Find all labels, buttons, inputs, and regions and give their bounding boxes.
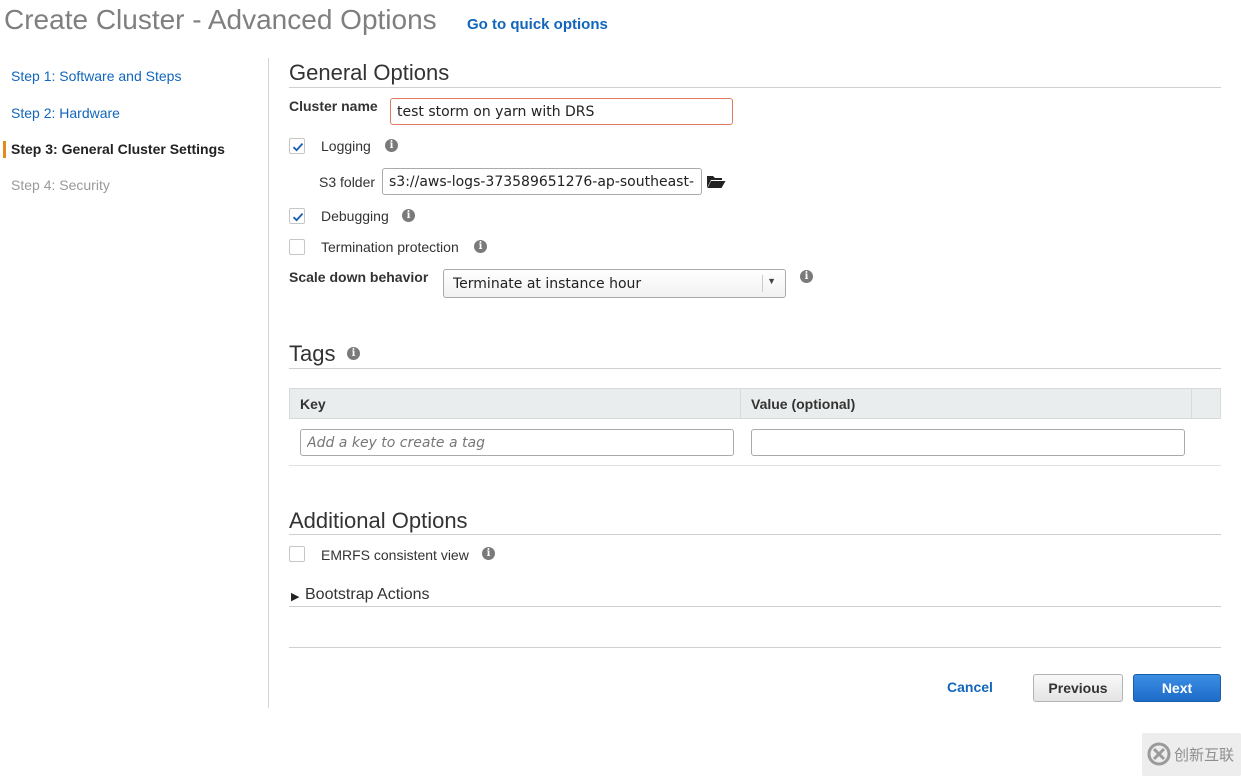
select-separator: [762, 275, 763, 292]
emrfs-info-icon[interactable]: i: [482, 547, 495, 560]
additional-options-divider: [289, 534, 1221, 535]
termination-protection-checkbox[interactable]: [289, 239, 305, 255]
scale-down-behavior-label: Scale down behavior: [289, 269, 429, 285]
watermark-text: 创新互联: [1174, 746, 1235, 764]
logging-info-icon[interactable]: i: [385, 139, 398, 152]
debugging-label: Debugging: [321, 208, 389, 224]
termination-protection-label: Termination protection: [321, 239, 459, 255]
bootstrap-actions-toggle[interactable]: Bootstrap Actions: [305, 586, 430, 604]
emrfs-consistent-view-label: EMRFS consistent view: [321, 547, 469, 563]
scale-down-info-icon[interactable]: i: [800, 270, 813, 283]
checkmark-icon: [292, 213, 304, 222]
tags-info-icon[interactable]: i: [347, 347, 360, 360]
logging-label: Logging: [321, 138, 371, 154]
sidebar-item-general-cluster-settings[interactable]: Step 3: General Cluster Settings: [11, 141, 225, 157]
logging-checkbox[interactable]: [289, 138, 305, 154]
cluster-name-input[interactable]: [390, 98, 733, 125]
scale-down-behavior-value: Terminate at instance hour: [453, 276, 642, 292]
column-separator: [740, 389, 741, 419]
cancel-button[interactable]: Cancel: [935, 679, 1005, 695]
column-header-key: Key: [300, 396, 326, 412]
column-header-value: Value (optional): [751, 396, 856, 412]
checkmark-icon: [292, 143, 304, 152]
folder-open-icon[interactable]: [706, 174, 726, 194]
termination-protection-info-icon[interactable]: i: [474, 240, 487, 253]
watermark-logo: 创新互联: [1142, 733, 1241, 776]
chevron-down-icon: ▼: [767, 276, 776, 286]
watermark-logo-icon: [1147, 742, 1171, 766]
expand-caret-icon[interactable]: ▶: [291, 590, 299, 603]
page-title: Create Cluster - Advanced Options: [4, 4, 437, 35]
active-step-marker: [3, 141, 6, 158]
previous-button[interactable]: Previous: [1033, 674, 1123, 702]
s3-folder-input[interactable]: [382, 168, 702, 195]
s3-folder-label: S3 folder: [319, 174, 376, 190]
tags-row-divider: [289, 465, 1221, 466]
cluster-name-label: Cluster name: [289, 98, 378, 114]
emrfs-consistent-view-checkbox[interactable]: [289, 546, 305, 562]
general-options-divider: [289, 87, 1221, 88]
tags-divider: [289, 368, 1221, 369]
debugging-checkbox[interactable]: [289, 208, 305, 224]
footer-divider: [289, 647, 1221, 648]
general-options-title: General Options: [289, 60, 450, 85]
tag-key-input[interactable]: [300, 429, 734, 456]
sidebar-item-hardware[interactable]: Step 2: Hardware: [11, 105, 120, 121]
bootstrap-divider: [289, 606, 1221, 607]
additional-options-title: Additional Options: [289, 508, 468, 533]
scale-down-behavior-select[interactable]: Terminate at instance hour ▼: [443, 269, 786, 298]
tags-table-header: Key Value (optional): [289, 388, 1221, 419]
column-separator: [1191, 389, 1192, 419]
tags-title: Tags: [289, 341, 336, 366]
tag-value-input[interactable]: [751, 429, 1185, 456]
go-to-quick-options-link[interactable]: Go to quick options: [467, 16, 608, 33]
sidebar-divider: [268, 58, 269, 708]
next-button[interactable]: Next: [1133, 674, 1221, 702]
sidebar-item-security: Step 4: Security: [11, 177, 110, 193]
sidebar-item-software-and-steps[interactable]: Step 1: Software and Steps: [11, 68, 181, 84]
debugging-info-icon[interactable]: i: [402, 209, 415, 222]
